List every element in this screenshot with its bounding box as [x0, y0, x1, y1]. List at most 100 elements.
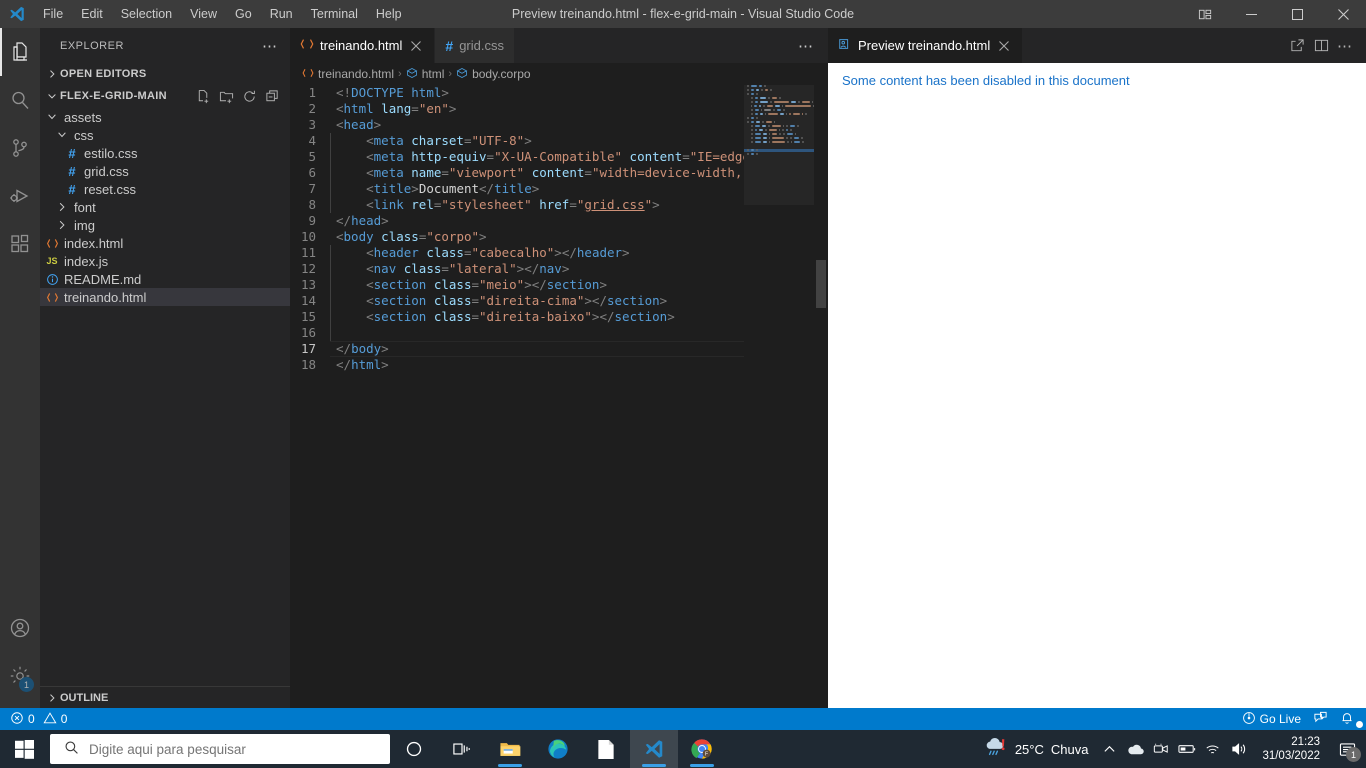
maximize-icon[interactable] [1274, 0, 1320, 28]
tree-item-index-js[interactable]: JS index.js [40, 252, 290, 270]
new-file-icon[interactable] [193, 86, 213, 106]
tree-item-css[interactable]: css [40, 126, 290, 144]
show-hidden-icons[interactable] [1096, 730, 1122, 768]
indent-guide [330, 245, 331, 261]
battery-icon[interactable] [1174, 730, 1200, 768]
editor-more-icon[interactable]: ⋯ [794, 37, 818, 55]
tab-close-icon[interactable] [996, 38, 1012, 54]
editor-scrollbar[interactable] [814, 85, 828, 708]
taskbar-cortana[interactable] [390, 730, 438, 768]
meet-now-icon[interactable] [1148, 730, 1174, 768]
activitybar-explorer[interactable] [0, 28, 40, 76]
tree-item-font[interactable]: font [40, 198, 290, 216]
tab-preview-treinando-html[interactable]: Preview treinando.html [828, 28, 1023, 63]
activitybar-search[interactable] [0, 76, 40, 124]
sidebar-more-icon[interactable]: ⋯ [258, 37, 282, 55]
taskbar-visual-studio-code[interactable] [630, 730, 678, 768]
status-notifications[interactable] [1334, 708, 1366, 730]
activitybar-extensions[interactable] [0, 220, 40, 268]
tab-close-icon[interactable] [408, 38, 424, 54]
tree-item-estilo-css[interactable]: # estilo.css [40, 144, 290, 162]
new-folder-icon[interactable] [216, 86, 236, 106]
preview-tab-label: Preview treinando.html [858, 38, 991, 53]
status-remote-window[interactable] [1307, 708, 1334, 730]
sidebar-section-project[interactable]: FLEX-E-GRID-MAIN [40, 85, 290, 107]
tray-weather[interactable]: 25°C Chuva [976, 730, 1097, 768]
title-bar: File Edit Selection View Go Run Terminal… [0, 0, 1366, 28]
close-icon[interactable] [1320, 0, 1366, 28]
scrollbar-thumb[interactable] [816, 260, 826, 308]
menu-help[interactable]: Help [367, 0, 411, 28]
taskbar-microsoft-edge[interactable] [534, 730, 582, 768]
code-tokens: <body class="corpo"> [336, 229, 487, 244]
toggle-layout-icon[interactable] [1182, 0, 1228, 28]
tree-item-treinando-html[interactable]: treinando.html [40, 288, 290, 306]
taskbar-search[interactable] [50, 734, 390, 764]
menu-run[interactable]: Run [261, 0, 302, 28]
code-editor[interactable]: 1 <!DOCTYPE html> 2 <html lang="en"> 3 <head>… [290, 85, 828, 708]
css-icon: # [445, 37, 454, 54]
minimap-slider[interactable] [744, 85, 814, 205]
activitybar-manage-settings[interactable]: 1 [0, 652, 40, 700]
status-problems[interactable]: 0 0 [0, 708, 73, 730]
editor-group: treinando.html # grid.css ⋯ treinando.ht… [290, 28, 828, 708]
notification-count: 1 [1346, 747, 1361, 762]
tree-item-img[interactable]: img [40, 216, 290, 234]
window-controls [1182, 0, 1366, 28]
activitybar-run-and-debug[interactable] [0, 172, 40, 220]
status-go-live[interactable]: Go Live [1236, 708, 1307, 730]
volume-icon[interactable] [1226, 730, 1252, 768]
preview-more-icon[interactable]: ⋯ [1334, 35, 1356, 57]
preview-icon [838, 37, 852, 54]
refresh-icon[interactable] [239, 86, 259, 106]
code-tokens: </body> [336, 341, 389, 356]
tree-item-readme-md[interactable]: README.md [40, 270, 290, 288]
error-count: 0 [28, 712, 35, 726]
onedrive-icon[interactable] [1122, 730, 1148, 768]
activitybar-accounts[interactable] [0, 604, 40, 652]
chevron-right-icon [44, 692, 60, 704]
taskbar-file-explorer[interactable] [486, 730, 534, 768]
menu-file[interactable]: File [34, 0, 72, 28]
network-icon[interactable] [1200, 730, 1226, 768]
minimap[interactable] [744, 85, 814, 708]
tree-item-label: font [74, 199, 96, 215]
menu-selection[interactable]: Selection [112, 0, 181, 28]
tray-time: 21:23 [1291, 736, 1320, 748]
code-tokens: <meta http-equiv="X-UA-Compatible" conte… [366, 149, 765, 164]
tray-clock[interactable]: 21:23 31/03/2022 [1252, 730, 1330, 768]
tree-item-grid-css[interactable]: # grid.css [40, 162, 290, 180]
tree-item-assets[interactable]: assets [40, 108, 290, 126]
taskbar-document[interactable] [582, 730, 630, 768]
tree-item-reset-css[interactable]: # reset.css [40, 180, 290, 198]
taskbar-task-view[interactable] [438, 730, 486, 768]
sidebar-section-outline[interactable]: OUTLINE [40, 686, 290, 708]
start-button[interactable] [0, 730, 48, 768]
taskbar-google-chrome[interactable]: F [678, 730, 726, 768]
action-center-button[interactable]: 1 [1330, 730, 1364, 768]
breadcrumb-symbol-body[interactable]: body.corpo [456, 67, 531, 82]
indent-guide [330, 293, 331, 309]
activitybar-source-control[interactable] [0, 124, 40, 172]
tab-grid-css[interactable]: # grid.css [435, 28, 515, 63]
windows-taskbar: F 25°C Chuva [0, 730, 1366, 768]
menu-view[interactable]: View [181, 0, 226, 28]
breadcrumb-file[interactable]: treinando.html [302, 67, 394, 82]
code-tokens: <section class="meio"></section> [366, 277, 607, 292]
menu-terminal[interactable]: Terminal [302, 0, 367, 28]
split-editor-icon[interactable] [1310, 35, 1332, 57]
menu-go[interactable]: Go [226, 0, 261, 28]
collapse-all-icon[interactable] [262, 86, 282, 106]
menu-edit[interactable]: Edit [72, 0, 112, 28]
minimize-icon[interactable] [1228, 0, 1274, 28]
code-tokens: <nav class="lateral"></nav> [366, 261, 570, 276]
tab-treinando-html[interactable]: treinando.html [290, 28, 436, 63]
tree-item-label: img [74, 217, 95, 233]
open-in-browser-icon[interactable] [1286, 35, 1308, 57]
tree-item-label: index.js [64, 253, 109, 269]
breadcrumb-symbol-html[interactable]: html [406, 67, 444, 82]
code-tokens: <title>Document</title> [366, 181, 540, 196]
sidebar-section-open-editors[interactable]: OPEN EDITORS [40, 63, 290, 85]
tree-item-index-html[interactable]: index.html [40, 234, 290, 252]
search-input[interactable] [89, 741, 376, 757]
